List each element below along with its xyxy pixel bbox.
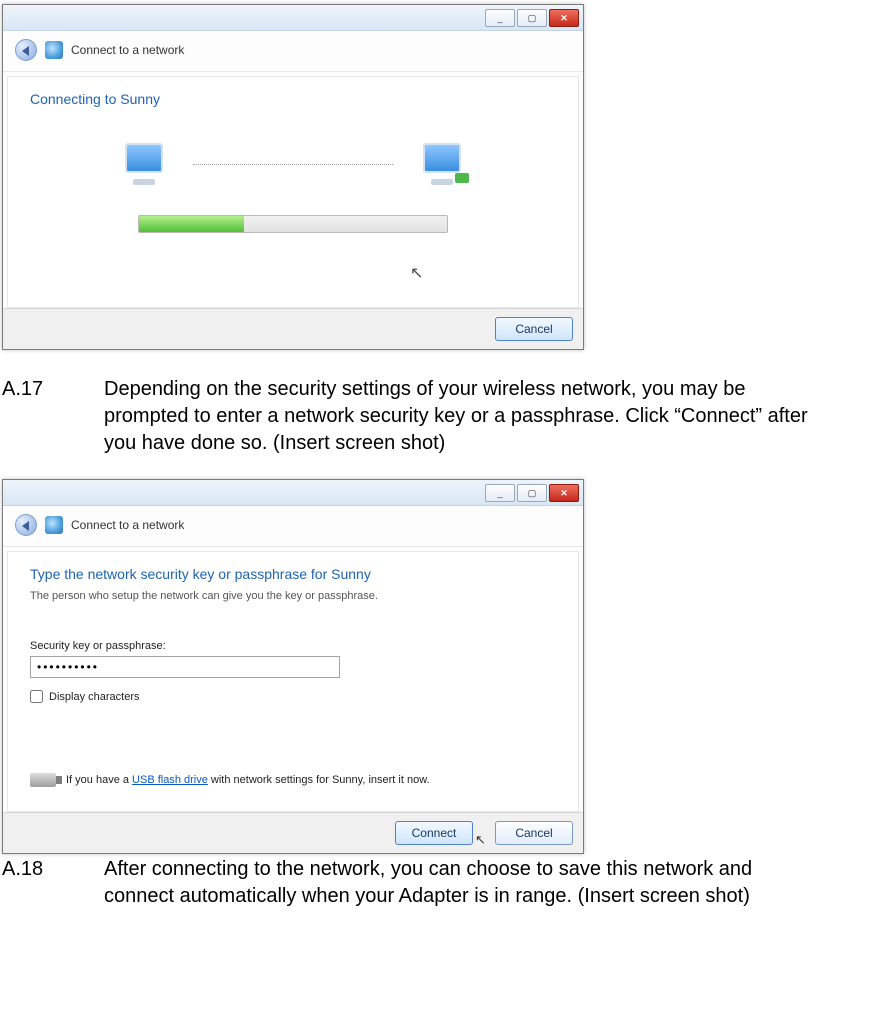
doc-item-text: After connecting to the network, you can…: [104, 856, 814, 910]
doc-item-number: A.17: [2, 376, 72, 457]
network-icon: [45, 516, 63, 534]
doc-item-a17: A.17 Depending on the security settings …: [2, 376, 861, 457]
dialog-subheader: Connect to a network: [3, 31, 583, 72]
password-label: Security key or passphrase:: [30, 640, 556, 652]
connection-illustration: [30, 143, 556, 185]
back-icon[interactable]: [15, 514, 37, 536]
cancel-button[interactable]: Cancel: [495, 317, 573, 341]
dialog-footer: Connect ↖ Cancel: [3, 812, 583, 853]
usb-hint-pre: If you have a: [66, 774, 132, 786]
cursor-icon: ↖: [475, 835, 489, 845]
progress-bar: [138, 215, 448, 233]
usb-drive-icon: [30, 773, 56, 787]
minimize-button[interactable]: _: [485, 484, 515, 502]
display-characters-label: Display characters: [49, 691, 139, 703]
window-titlebar: _ ▢ ✕: [3, 5, 583, 31]
close-button[interactable]: ✕: [549, 484, 579, 502]
dialog-title-text: Connect to a network: [71, 43, 184, 57]
dialog-content: Connecting to Sunny ↖: [7, 76, 579, 308]
display-characters-checkbox[interactable]: [30, 690, 43, 703]
dialog-title-text: Connect to a network: [71, 518, 184, 532]
remote-pc-icon: [417, 143, 467, 185]
password-input[interactable]: [30, 656, 340, 678]
key-subtext: The person who setup the network can giv…: [30, 590, 556, 602]
window-titlebar: _ ▢ ✕: [3, 480, 583, 506]
doc-item-text: Depending on the security settings of yo…: [104, 376, 814, 457]
usb-hint-post: with network settings for Sunny, insert …: [208, 774, 430, 786]
usb-hint-row: If you have a USB flash drive with netwo…: [30, 773, 556, 787]
doc-item-a18: A.18 After connecting to the network, yo…: [2, 856, 861, 910]
doc-item-number: A.18: [2, 856, 72, 910]
connect-button[interactable]: Connect: [395, 821, 473, 845]
display-characters-row[interactable]: Display characters: [30, 690, 556, 703]
network-icon: [45, 41, 63, 59]
dialog-subheader: Connect to a network: [3, 506, 583, 547]
key-heading: Type the network security key or passphr…: [30, 566, 556, 582]
maximize-button[interactable]: ▢: [517, 484, 547, 502]
network-key-dialog: _ ▢ ✕ Connect to a network Type the netw…: [2, 479, 584, 854]
usb-hint-text: If you have a USB flash drive with netwo…: [66, 774, 430, 786]
back-icon[interactable]: [15, 39, 37, 61]
maximize-button[interactable]: ▢: [517, 9, 547, 27]
minimize-button[interactable]: _: [485, 9, 515, 27]
connecting-heading: Connecting to Sunny: [30, 91, 556, 107]
local-pc-icon: [119, 143, 169, 185]
dialog-content: Type the network security key or passphr…: [7, 551, 579, 812]
usb-flash-drive-link[interactable]: USB flash drive: [132, 774, 208, 786]
connection-line-icon: [193, 164, 393, 165]
cancel-button[interactable]: Cancel: [495, 821, 573, 845]
dialog-footer: Cancel: [3, 308, 583, 349]
connect-progress-dialog: _ ▢ ✕ Connect to a network Connecting to…: [2, 4, 584, 350]
cursor-icon: ↖: [410, 263, 556, 283]
close-button[interactable]: ✕: [549, 9, 579, 27]
